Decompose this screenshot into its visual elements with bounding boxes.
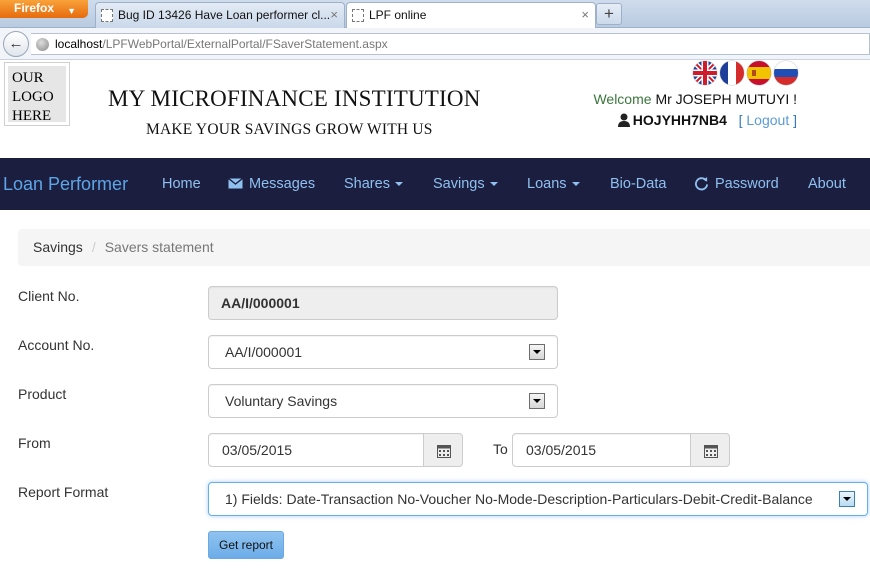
russia-flag-icon[interactable] [774,61,798,85]
refresh-icon [695,176,709,191]
account-no-value: AA/I/000001 [225,344,303,360]
close-tab-icon[interactable]: × [581,3,589,27]
address-bar[interactable]: localhost/LPFWebPortal/ExternalPortal/FS… [31,33,870,55]
welcome-message: Welcome Mr JOSEPH MUTUYI ! [593,91,797,107]
nav-password[interactable]: Password [694,158,779,210]
firefox-menu-label: Firefox [14,1,55,15]
spain-flag-icon[interactable] [747,61,771,85]
france-flag-icon[interactable] [720,61,744,85]
client-no-field: AA/I/000001 [208,286,558,320]
institution-name: MY MICROFINANCE INSTITUTION [108,86,481,111]
dropdown-arrow-icon: ▼ [67,6,76,16]
to-date-input[interactable]: 03/05/2015 [512,433,691,467]
user-icon [617,113,630,127]
nav-about-label: About [808,176,846,192]
new-tab-button[interactable]: + [596,3,622,25]
nav-biodata[interactable]: Bio-Data [610,158,666,210]
report-format-select[interactable]: 1) Fields: Date-Transaction No-Voucher N… [208,482,868,516]
nav-home-label: Home [162,176,201,192]
caret-down-icon [571,182,580,187]
account-no-select[interactable]: AA/I/000001 [208,335,558,369]
welcome-label: Welcome [593,91,652,107]
nav-home[interactable]: Home [162,158,201,210]
nav-messages-label: Messages [249,176,316,192]
from-label: From [18,435,51,451]
client-no-label: Client No. [18,288,80,304]
browser-tab-bug[interactable]: Bug ID 13426 Have Loan performer cl... × [95,2,345,28]
logo-text: OUR LOGO HERE [8,66,66,124]
nav-password-label: Password [715,176,779,192]
user-id: HOJYHH7NB4 [632,112,727,128]
tab-title: LPF online [369,8,427,22]
browser-tab-bar: Firefox ▼ Bug ID 13426 Have Loan perform… [0,0,870,29]
account-no-label: Account No. [18,337,95,353]
product-value: Voluntary Savings [225,393,338,409]
caret-down-icon [394,182,403,187]
nav-shares[interactable]: Shares [344,158,403,210]
dropdown-arrow-icon[interactable] [529,393,545,409]
url-path: /LPFWebPortal/ExternalPortal/FSaverState… [102,37,388,51]
nav-biodata-label: Bio-Data [610,176,667,192]
breadcrumb: Savings / Savers statement [18,229,870,266]
institution-logo: OUR LOGO HERE [4,62,70,126]
from-calendar-button[interactable] [423,433,463,467]
calendar-icon [704,445,718,458]
report-format-label: Report Format [18,484,109,500]
back-arrow-icon: ← [8,35,24,52]
from-date-input[interactable]: 03/05/2015 [208,433,424,467]
back-button[interactable]: ← [3,31,29,57]
to-calendar-button[interactable] [690,433,730,467]
breadcrumb-current: Savers statement [104,239,214,255]
product-label: Product [18,386,67,402]
url-host: localhost [55,37,103,51]
close-tab-icon[interactable]: × [330,3,338,27]
browser-nav-bar: ← localhost/LPFWebPortal/ExternalPortal/… [0,28,870,60]
get-report-button[interactable]: Get report [208,531,284,559]
dropdown-arrow-icon[interactable] [529,344,545,360]
nav-shares-label: Shares [344,176,390,192]
nav-messages[interactable]: Messages [228,158,315,210]
institution-slogan: MAKE YOUR SAVINGS GROW WITH US [146,121,433,138]
breadcrumb-separator: / [91,239,96,255]
nav-about[interactable]: About [808,158,846,210]
user-line: HOJYHH7NB4 [ Logout ] [617,111,797,128]
breadcrumb-savings[interactable]: Savings [33,239,83,255]
navbar-brand[interactable]: Loan Performer [3,158,128,210]
envelope-icon [228,177,243,189]
nav-loans[interactable]: Loans [527,158,580,210]
uk-flag-icon[interactable] [693,61,717,85]
caret-down-icon [489,182,498,187]
product-select[interactable]: Voluntary Savings [208,384,558,418]
bracket-close: ] [793,112,797,128]
browser-tab-lpf[interactable]: LPF online × [346,2,596,29]
dropdown-arrow-icon[interactable] [839,491,855,507]
calendar-icon [437,445,451,458]
report-format-value: 1) Fields: Date-Transaction No-Voucher N… [225,491,813,507]
main-navbar: Loan Performer Home Messages Shares Savi… [0,158,870,210]
user-name: Mr JOSEPH MUTUYI ! [655,91,797,107]
page-icon [101,9,113,22]
tab-title: Bug ID 13426 Have Loan performer cl... [118,8,331,22]
page-icon [352,9,364,22]
nav-savings-label: Savings [433,176,485,192]
nav-loans-label: Loans [527,176,567,192]
firefox-menu-button[interactable]: Firefox ▼ [0,0,88,18]
nav-savings[interactable]: Savings [433,158,498,210]
logout-link[interactable]: Logout [746,112,789,128]
bracket-open: [ [738,112,743,128]
to-label: To [493,441,508,457]
globe-icon [36,38,49,51]
